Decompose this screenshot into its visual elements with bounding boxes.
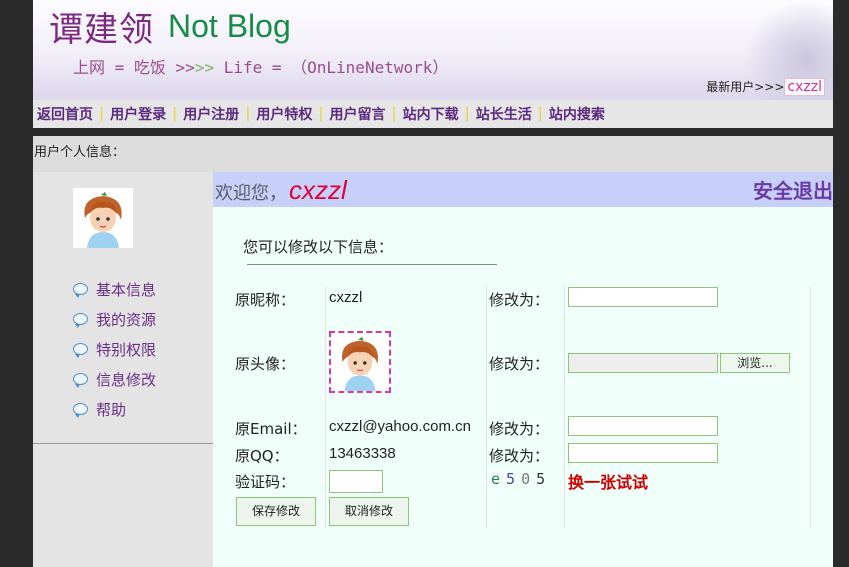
slogan-arrow-green: >> <box>194 58 215 77</box>
nav-home[interactable]: 返回首页 <box>33 104 97 124</box>
captcha-char: 5 <box>506 470 522 488</box>
speech-bubble-icon <box>73 343 88 358</box>
qq-input[interactable] <box>568 443 718 463</box>
girl-avatar-icon <box>73 188 133 248</box>
speech-bubble-icon <box>73 403 88 418</box>
refresh-captcha-link[interactable]: 换一张试试 <box>568 469 648 493</box>
user-info-title: 用户个人信息： <box>34 145 126 160</box>
captcha-input[interactable] <box>329 470 383 493</box>
site-logo-english[interactable]: Not Blog <box>168 8 291 45</box>
sidebar-item-label: 基本信息 <box>96 280 157 299</box>
newest-user-name[interactable]: cxzzl <box>784 78 825 96</box>
captcha-char: 5 <box>536 470 552 488</box>
sidebar-item-edit-info[interactable]: 信息修改 <box>73 364 156 394</box>
qq-value: 13463338 <box>329 445 396 462</box>
welcome-bar: 欢迎您，cxzzl 安全退出 <box>213 172 833 207</box>
speech-bubble-icon <box>73 283 88 298</box>
avatar-label: 原头像： <box>235 355 296 373</box>
nickname-value: cxzzl <box>329 289 363 306</box>
table-column-line <box>486 286 487 528</box>
captcha-char: e <box>491 470 507 488</box>
nav-login[interactable]: 用户登录 <box>106 104 170 124</box>
nickname-label: 原昵称： <box>235 291 296 309</box>
email-change-label: 修改为： <box>489 420 550 438</box>
qq-change-label: 修改为： <box>489 447 550 465</box>
slogan-arrow-purple: >> <box>175 58 195 77</box>
main-nav: 返回首页 | 用户登录 | 用户注册 | 用户特权 | 用户留言 | 站内下载 … <box>33 100 833 128</box>
nav-search[interactable]: 站内搜索 <box>545 104 609 124</box>
nav-register[interactable]: 用户注册 <box>179 104 243 124</box>
welcome-greeting: 欢迎您， <box>215 183 287 204</box>
sidebar-item-label: 帮助 <box>96 400 127 419</box>
nav-privileges[interactable]: 用户特权 <box>252 104 316 124</box>
sidebar-menu: 基本信息 我的资源 特别权限 信息修改 帮助 <box>73 274 156 424</box>
sidebar-item-my-resources[interactable]: 我的资源 <box>73 304 156 334</box>
nav-separator: | <box>537 106 543 122</box>
table-column-line <box>810 286 811 528</box>
newest-user-box: 最新用户>>> cxzzl <box>706 78 825 96</box>
cancel-button[interactable]: 取消修改 <box>329 497 409 526</box>
nav-webmaster-life[interactable]: 站长生活 <box>472 104 536 124</box>
main-content: 欢迎您，cxzzl 安全退出 您可以修改以下信息： 原昵称： cxzzl 修改为… <box>213 172 833 567</box>
welcome-username: cxzzl <box>289 175 347 205</box>
nav-separator: | <box>245 106 251 122</box>
slogan-part-a: 上网 = 吃饭 <box>73 58 176 77</box>
sidebar: 基本信息 我的资源 特别权限 信息修改 帮助 <box>33 172 213 567</box>
nav-downloads[interactable]: 站内下载 <box>399 104 463 124</box>
logout-link[interactable]: 安全退出 <box>753 175 833 204</box>
avatar-file-input[interactable] <box>568 353 718 373</box>
sidebar-item-label: 特别权限 <box>96 340 157 359</box>
newest-user-label: 最新用户>>> <box>706 80 785 94</box>
sidebar-item-help[interactable]: 帮助 <box>73 394 156 424</box>
speech-bubble-icon <box>73 373 88 388</box>
nickname-input[interactable] <box>568 287 718 307</box>
table-column-line <box>564 286 565 528</box>
nav-separator: | <box>391 106 397 122</box>
nav-guestbook[interactable]: 用户留言 <box>326 104 390 124</box>
sidebar-item-label: 我的资源 <box>96 310 157 329</box>
page: 谭建领 Not Blog 上网 = 吃饭 >>>> Life = （OnLine… <box>33 0 833 567</box>
captcha-image: e505 <box>491 470 551 488</box>
nav-separator: | <box>99 106 105 122</box>
site-logo-chinese[interactable]: 谭建领 <box>49 2 154 51</box>
email-label: 原Email： <box>235 420 307 438</box>
hint-underline <box>247 264 497 265</box>
captcha-char: 0 <box>521 470 537 488</box>
site-header: 谭建领 Not Blog 上网 = 吃饭 >>>> Life = （OnLine… <box>33 0 833 100</box>
nickname-change-label: 修改为： <box>489 291 550 309</box>
edit-hint: 您可以修改以下信息： <box>243 238 394 256</box>
current-avatar <box>329 331 391 393</box>
sidebar-item-basic-info[interactable]: 基本信息 <box>73 274 156 304</box>
qq-label: 原QQ： <box>235 447 289 465</box>
table-column-line <box>325 286 326 528</box>
sidebar-item-special-permissions[interactable]: 特别权限 <box>73 334 156 364</box>
browse-button[interactable]: 浏览... <box>720 353 790 373</box>
girl-avatar-icon <box>331 333 389 391</box>
save-button[interactable]: 保存修改 <box>236 497 316 526</box>
nav-separator: | <box>464 106 470 122</box>
user-info-bar: 用户个人信息： <box>33 136 833 172</box>
divider <box>33 128 833 136</box>
avatar-change-label: 修改为： <box>489 355 550 373</box>
welcome-text: 欢迎您，cxzzl <box>215 175 347 206</box>
speech-bubble-icon <box>73 313 88 328</box>
sidebar-item-label: 信息修改 <box>96 370 157 389</box>
email-input[interactable] <box>568 416 718 436</box>
nav-separator: | <box>318 106 324 122</box>
slogan-part-b: Life = （OnLineNetwork） <box>214 58 449 77</box>
avatar <box>73 188 133 248</box>
site-slogan: 上网 = 吃饭 >>>> Life = （OnLineNetwork） <box>73 54 448 78</box>
nav-separator: | <box>172 106 178 122</box>
sidebar-divider <box>33 443 213 444</box>
captcha-label: 验证码： <box>235 473 296 491</box>
email-value: cxzzl@yahoo.com.cn <box>329 418 471 435</box>
